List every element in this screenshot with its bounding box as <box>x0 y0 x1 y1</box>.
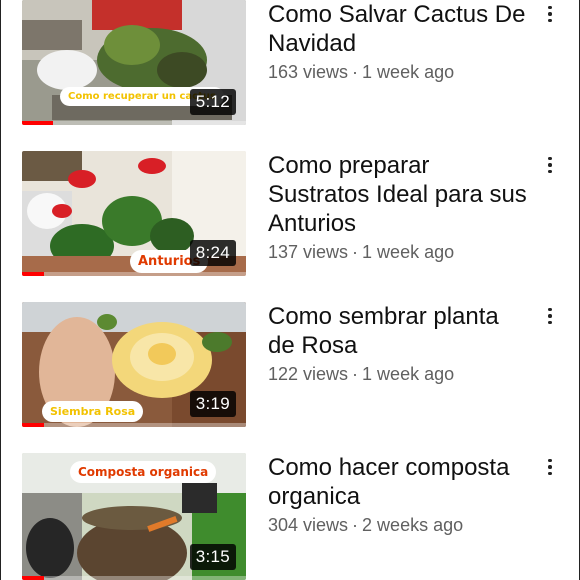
duration-badge: 8:24 <box>189 240 236 266</box>
progress-track <box>22 272 246 276</box>
upload-age: 2 weeks ago <box>362 515 464 535</box>
more-vert-icon[interactable] <box>540 1 560 27</box>
view-count: 137 views <box>268 242 349 262</box>
progress-track <box>22 423 246 427</box>
upload-age: 1 week ago <box>362 62 455 82</box>
view-count: 163 views <box>268 62 349 82</box>
upload-age: 1 week ago <box>362 364 455 384</box>
more-vert-icon[interactable] <box>540 454 560 480</box>
view-count: 304 views <box>268 515 349 535</box>
video-thumbnail[interactable]: Como recuperar un cactus 5:12 <box>22 0 246 125</box>
duration-badge: 3:19 <box>189 391 236 417</box>
upload-age: 1 week ago <box>362 242 455 262</box>
watch-progress-bar <box>22 121 54 125</box>
duration-badge: 3:15 <box>189 544 236 570</box>
watch-progress-bar <box>22 272 45 276</box>
view-count: 122 views <box>268 364 349 384</box>
thumbnail-caption: Composta organica <box>70 461 217 483</box>
separator-dot: · <box>352 242 359 262</box>
video-info: 163 views · 1 week ago <box>268 60 530 84</box>
video-item[interactable]: Anturios 8:24 Como preparar Sustratos Id… <box>0 151 580 291</box>
video-thumbnail[interactable]: Composta organica 3:15 <box>22 453 246 580</box>
video-thumbnail[interactable]: Anturios 8:24 <box>22 151 246 276</box>
separator-dot: · <box>352 62 359 82</box>
progress-track <box>22 121 246 125</box>
more-vert-icon[interactable] <box>540 152 560 178</box>
video-title[interactable]: Como sembrar planta de Rosa <box>268 302 530 360</box>
thumbnail-caption: Siembra Rosa <box>42 401 144 422</box>
separator-dot: · <box>352 364 359 384</box>
duration-badge: 5:12 <box>189 89 236 115</box>
video-meta: Como preparar Sustratos Ideal para sus A… <box>268 151 530 264</box>
video-info: 122 views · 1 week ago <box>268 362 530 386</box>
video-meta: Como sembrar planta de Rosa 122 views · 1 … <box>268 302 530 386</box>
video-item[interactable]: Composta organica 3:15 Como hacer compos… <box>0 453 580 580</box>
video-thumbnail[interactable]: Siembra Rosa 3:19 <box>22 302 246 427</box>
video-meta: Como Salvar Cactus De Navidad 163 views ·… <box>268 0 530 84</box>
video-info: 304 views · 2 weeks ago <box>268 513 530 537</box>
video-info: 137 views · 1 week ago <box>268 240 530 264</box>
watch-progress-bar <box>22 423 45 427</box>
progress-track <box>22 576 246 580</box>
separator-dot: · <box>352 515 359 535</box>
video-meta: Como hacer composta organica 304 views · 2… <box>268 453 530 537</box>
video-title[interactable]: Como preparar Sustratos Ideal para sus A… <box>268 151 530 238</box>
watch-progress-bar <box>22 576 45 580</box>
video-item[interactable]: Siembra Rosa 3:19 Como sembrar planta de… <box>0 302 580 442</box>
video-item[interactable]: Como recuperar un cactus 5:12 Como Salva… <box>0 0 580 140</box>
more-vert-icon[interactable] <box>540 303 560 329</box>
video-title[interactable]: Como Salvar Cactus De Navidad <box>268 0 530 58</box>
video-title[interactable]: Como hacer composta organica <box>268 453 530 511</box>
